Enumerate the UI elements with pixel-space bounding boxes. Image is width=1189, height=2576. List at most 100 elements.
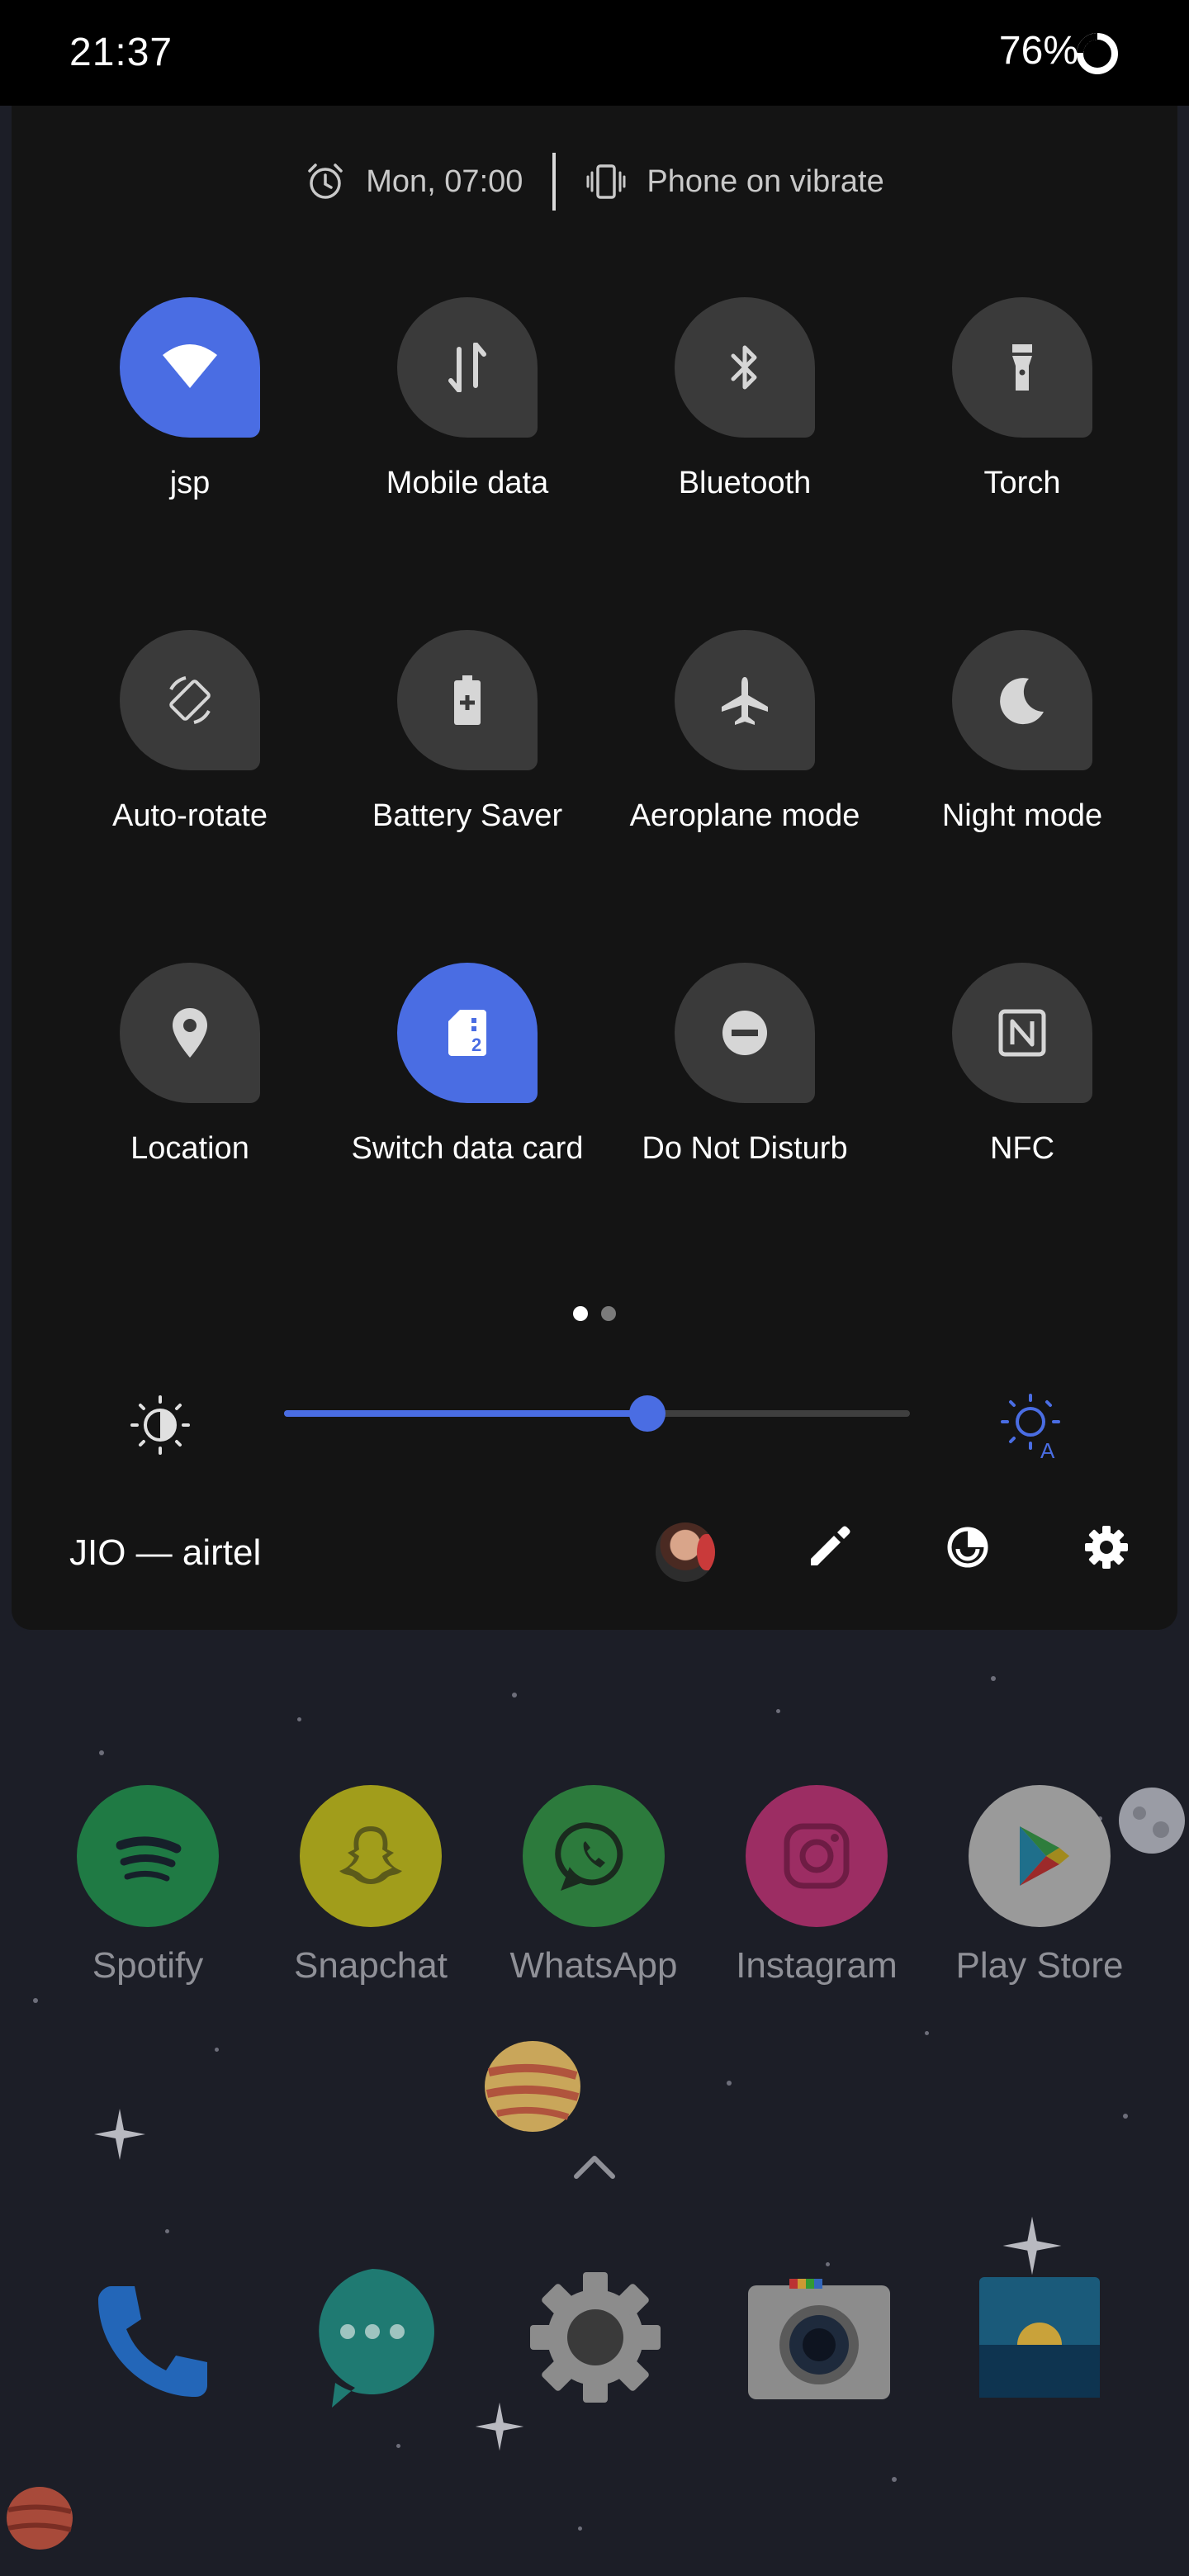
night-mode-icon <box>1000 678 1044 725</box>
dock-phone[interactable] <box>79 2271 220 2411</box>
dock-camera[interactable] <box>746 2279 892 2403</box>
nfc-icon <box>998 1009 1046 1057</box>
tile-night-mode[interactable]: Night mode <box>883 630 1161 845</box>
ringer-status: Phone on vibrate <box>647 163 884 199</box>
auto-brightness-icon[interactable]: A <box>996 1390 1065 1460</box>
settings-icon <box>530 2272 661 2403</box>
app-snapchat-label: Snapchat <box>294 1945 448 1986</box>
star-decoration <box>475 2402 524 2451</box>
mobile-data-icon <box>448 343 486 392</box>
bluetooth-icon <box>731 345 757 390</box>
alarm-time: Mon, 07:00 <box>366 163 523 199</box>
tile-auto-rotate[interactable]: Auto-rotate <box>51 630 329 845</box>
tile-do-not-disturb[interactable]: Do Not Disturb <box>606 963 883 1177</box>
tile-wifi-button[interactable] <box>120 297 260 438</box>
svg-text:2: 2 <box>471 1035 481 1055</box>
data-saver-icon[interactable] <box>943 1522 992 1572</box>
app-drawer-chevron-icon[interactable] <box>571 2152 618 2181</box>
user-avatar[interactable] <box>656 1522 715 1582</box>
aeroplane-icon <box>722 677 768 725</box>
tile-do-not-disturb-label: Do Not Disturb <box>642 1131 848 1166</box>
page-dot-2[interactable] <box>601 1306 616 1321</box>
star-decoration <box>1002 2216 1062 2275</box>
gallery-icon <box>979 2277 1100 2398</box>
tile-location-button[interactable] <box>120 963 260 1103</box>
dock-gallery[interactable] <box>978 2275 1101 2399</box>
spotify-icon <box>77 1785 219 1927</box>
tile-wifi-label: jsp <box>169 466 211 500</box>
page-dot-1[interactable] <box>573 1306 588 1321</box>
app-spotify-label: Spotify <box>92 1945 204 1986</box>
torch-icon <box>1012 344 1032 391</box>
tile-aeroplane-mode[interactable]: Aeroplane mode <box>606 630 883 845</box>
tile-wifi[interactable]: jsp <box>51 297 329 512</box>
tile-battery-saver[interactable]: Battery Saver <box>329 630 606 845</box>
app-whatsapp-label: WhatsApp <box>509 1945 678 1986</box>
tile-torch-button[interactable] <box>952 297 1092 438</box>
carrier-name: JIO — airtel <box>69 1532 262 1573</box>
camera-icon <box>748 2279 890 2399</box>
quick-settings-panel: Mon, 07:00 Phone on vibrate jsp Mobile d… <box>12 106 1177 1630</box>
battery-saver-icon <box>454 675 481 725</box>
page-indicator <box>573 1306 616 1321</box>
app-snapchat[interactable]: Snapchat <box>259 1785 482 1986</box>
tile-mobile-data-button[interactable] <box>397 297 538 438</box>
tile-mobile-data-label: Mobile data <box>386 466 549 500</box>
tile-torch[interactable]: Torch <box>883 297 1161 512</box>
do-not-disturb-icon <box>722 1011 767 1055</box>
brightness-slider[interactable] <box>284 1395 910 1432</box>
app-spotify[interactable]: Spotify <box>36 1785 259 1986</box>
tile-aeroplane-mode-button[interactable] <box>675 630 815 770</box>
dock-messages[interactable] <box>302 2262 443 2411</box>
tile-mobile-data[interactable]: Mobile data <box>329 297 606 512</box>
sim-card-icon: 2 <box>448 1010 486 1056</box>
star-decoration <box>94 2109 145 2160</box>
tile-night-mode-button[interactable] <box>952 630 1092 770</box>
quick-settings-header: Mon, 07:00 Phone on vibrate <box>12 106 1177 258</box>
battery-percentage: 76% <box>998 29 1078 73</box>
tile-auto-rotate-button[interactable] <box>120 630 260 770</box>
tile-battery-saver-label: Battery Saver <box>372 798 563 833</box>
tile-torch-label: Torch <box>983 466 1061 500</box>
phone-icon <box>98 2286 207 2397</box>
messages-icon <box>319 2269 434 2408</box>
header-divider <box>552 153 557 211</box>
brightness-slider-thumb[interactable] <box>628 1395 666 1432</box>
status-bar: 21:37 76% <box>0 0 1189 106</box>
location-icon <box>173 1008 207 1058</box>
tile-nfc-label: NFC <box>989 1131 1055 1166</box>
tile-location[interactable]: Location <box>51 963 329 1177</box>
tile-bluetooth-button[interactable] <box>675 297 815 438</box>
svg-text:A: A <box>1040 1438 1055 1460</box>
tile-auto-rotate-label: Auto-rotate <box>112 798 268 833</box>
next-alarm[interactable]: Mon, 07:00 <box>305 161 523 202</box>
auto-rotate-icon <box>169 676 211 724</box>
app-instagram[interactable]: Instagram <box>705 1785 928 1986</box>
tile-night-mode-label: Night mode <box>941 798 1103 833</box>
wifi-icon <box>163 344 217 388</box>
tile-nfc-button[interactable] <box>952 963 1092 1103</box>
tile-location-label: Location <box>130 1131 249 1166</box>
dock-settings[interactable] <box>525 2267 666 2408</box>
ringer-mode[interactable]: Phone on vibrate <box>585 161 884 202</box>
app-play-store[interactable]: Play Store <box>928 1785 1151 1986</box>
edit-icon[interactable] <box>804 1522 854 1572</box>
vibrate-icon <box>586 164 626 199</box>
app-play-store-label: Play Store <box>955 1945 1124 1986</box>
tile-switch-data-card[interactable]: 2 Switch data card <box>329 963 606 1177</box>
app-whatsapp[interactable]: WhatsApp <box>482 1785 705 1986</box>
play-store-icon <box>969 1785 1111 1927</box>
brightness-icon <box>130 1395 190 1455</box>
tile-switch-data-card-button[interactable]: 2 <box>397 963 538 1103</box>
settings-gear-icon[interactable] <box>1082 1522 1131 1572</box>
tile-aeroplane-mode-label: Aeroplane mode <box>629 798 860 833</box>
alarm-clock-icon <box>308 163 343 199</box>
tile-do-not-disturb-button[interactable] <box>675 963 815 1103</box>
tile-bluetooth-label: Bluetooth <box>678 466 812 500</box>
instagram-icon <box>746 1785 888 1927</box>
clock: 21:37 <box>69 31 173 74</box>
battery-icon <box>1077 33 1118 74</box>
tile-bluetooth[interactable]: Bluetooth <box>606 297 883 512</box>
tile-battery-saver-button[interactable] <box>397 630 538 770</box>
tile-nfc[interactable]: NFC <box>883 963 1161 1177</box>
